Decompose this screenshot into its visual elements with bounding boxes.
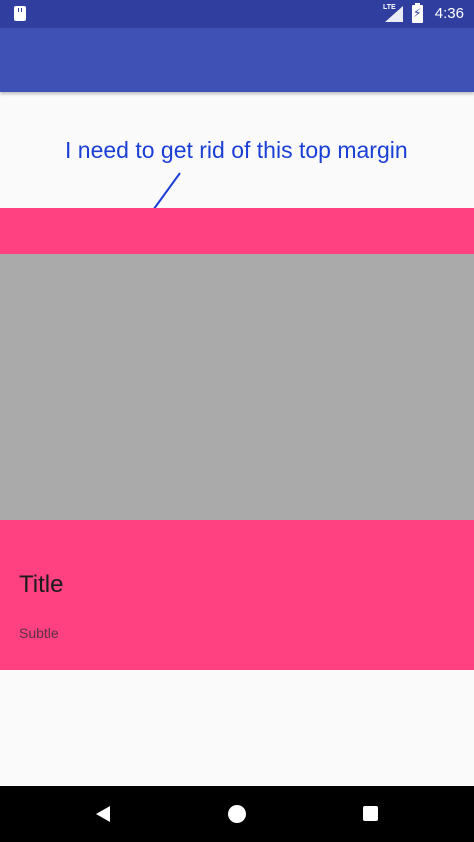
- card-subtitle: Subtle: [19, 625, 59, 641]
- status-clock: 4:36: [434, 5, 464, 22]
- recents-icon[interactable]: [363, 806, 378, 821]
- card-body[interactable]: Title Subtle: [0, 520, 474, 670]
- card-title: Title: [19, 571, 64, 598]
- back-icon[interactable]: [96, 806, 110, 822]
- home-icon[interactable]: [228, 805, 246, 823]
- app-bar: [0, 28, 474, 92]
- notification-icon: [14, 6, 26, 21]
- signal-icon: [385, 6, 403, 22]
- navigation-bar: [0, 786, 474, 842]
- status-bar: LTE ⚡ 4:36: [0, 0, 474, 28]
- battery-charging-icon: ⚡: [412, 3, 423, 23]
- card-media-image: [0, 254, 474, 520]
- charging-bolt-glyph: ⚡: [413, 6, 422, 20]
- annotation-text: I need to get rid of this top margin: [65, 137, 408, 163]
- unwanted-top-margin: [0, 208, 474, 254]
